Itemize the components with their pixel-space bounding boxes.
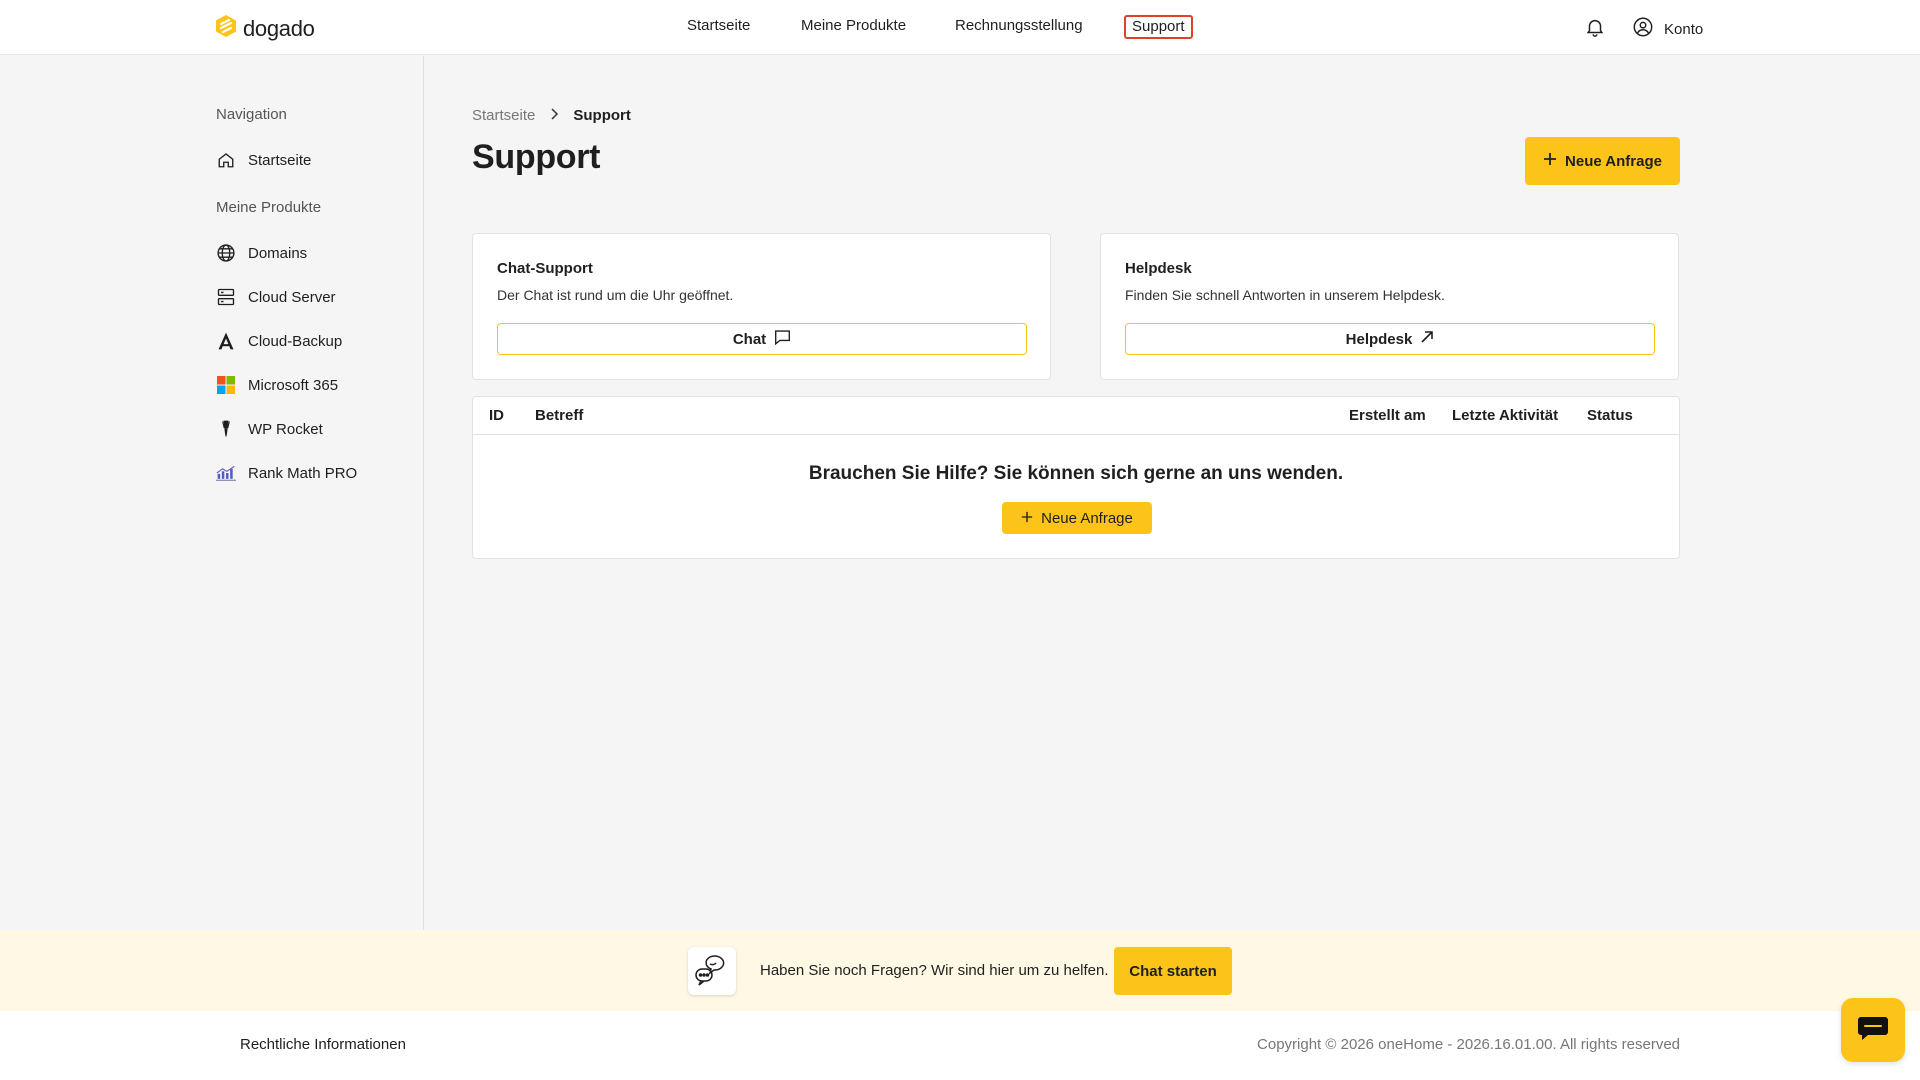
sidebar-item-label: Cloud-Backup bbox=[248, 332, 343, 350]
topnav-rechnungsstellung[interactable]: Rechnungsstellung bbox=[955, 16, 1083, 36]
sidebar-item-startseite[interactable]: Startseite bbox=[216, 150, 311, 170]
plus-icon bbox=[1543, 152, 1557, 170]
sidebar-item-cloud-server[interactable]: Cloud Server bbox=[216, 287, 336, 307]
footer: Rechtliche Informationen Copyright © 202… bbox=[0, 1011, 1920, 1080]
top-bar: dogado Startseite Meine Produkte Rechnun… bbox=[0, 0, 1920, 55]
page-title: Support bbox=[472, 138, 601, 176]
chat-button[interactable]: Chat bbox=[497, 323, 1027, 355]
chat-start-button[interactable]: Chat starten bbox=[1114, 947, 1232, 995]
breadcrumb: Startseite Support bbox=[472, 107, 631, 124]
sidebar-item-cloud-backup[interactable]: Cloud-Backup bbox=[216, 331, 342, 351]
user-circle-icon bbox=[1632, 16, 1654, 42]
column-erstellt-am[interactable]: Erstellt am bbox=[1349, 407, 1426, 424]
help-banner-text: Haben Sie noch Fragen? Wir sind hier um … bbox=[760, 962, 1109, 979]
sidebar-heading-navigation: Navigation bbox=[216, 106, 287, 123]
sidebar-item-label: Domains bbox=[248, 244, 308, 262]
tickets-table: ID Betreff Erstellt am Letzte Aktivität … bbox=[472, 396, 1680, 559]
sidebar-item-label: Rank Math PRO bbox=[248, 464, 358, 482]
logo[interactable]: dogado bbox=[215, 14, 315, 43]
column-letzte-aktivitaet[interactable]: Letzte Aktivität bbox=[1452, 407, 1558, 424]
column-betreff[interactable]: Betreff bbox=[535, 407, 583, 424]
rank-math-icon bbox=[216, 463, 236, 483]
message-icon bbox=[774, 329, 791, 349]
helpdesk-card: Helpdesk Finden Sie schnell Antworten in… bbox=[1100, 233, 1679, 380]
account-menu[interactable]: Konto bbox=[1632, 16, 1703, 42]
sidebar: Navigation Startseite Meine Produkte Dom… bbox=[0, 56, 424, 930]
chat-bubble-icon bbox=[1857, 1015, 1889, 1046]
external-link-icon bbox=[1420, 330, 1434, 348]
empty-state-message: Brauchen Sie Hilfe? Sie können sich gern… bbox=[808, 463, 1344, 484]
table-header: ID Betreff Erstellt am Letzte Aktivität … bbox=[473, 397, 1679, 435]
column-status[interactable]: Status bbox=[1587, 407, 1633, 424]
chat-support-card: Chat-Support Der Chat ist rund um die Uh… bbox=[472, 233, 1051, 380]
sidebar-item-domains[interactable]: Domains bbox=[216, 243, 307, 263]
sidebar-heading-meine-produkte: Meine Produkte bbox=[216, 199, 322, 216]
column-id[interactable]: ID bbox=[489, 407, 504, 424]
home-icon bbox=[216, 150, 236, 170]
sidebar-item-wp-rocket[interactable]: WP Rocket bbox=[216, 419, 323, 439]
chat-bubbles-icon bbox=[688, 947, 736, 995]
chevron-right-icon bbox=[549, 107, 559, 124]
acronis-icon bbox=[216, 331, 236, 351]
account-label: Konto bbox=[1664, 20, 1704, 38]
empty-new-request-label: Neue Anfrage bbox=[1041, 509, 1133, 527]
helpdesk-desc: Finden Sie schnell Antworten in unserem … bbox=[1125, 287, 1445, 303]
empty-new-request-button[interactable]: Neue Anfrage bbox=[1002, 502, 1152, 534]
new-request-label: Neue Anfrage bbox=[1565, 152, 1662, 170]
topnav-support[interactable]: Support bbox=[1124, 15, 1193, 39]
copyright-text: Copyright © 2026 oneHome - 2026.16.01.00… bbox=[1257, 1036, 1680, 1053]
microsoft-icon bbox=[216, 375, 236, 395]
chat-support-desc: Der Chat ist rund um die Uhr geöffnet. bbox=[497, 287, 734, 303]
breadcrumb-support: Support bbox=[573, 107, 631, 124]
plus-icon bbox=[1021, 510, 1033, 527]
chat-button-label: Chat bbox=[732, 330, 767, 348]
rocket-icon bbox=[216, 419, 236, 439]
sidebar-item-label: Microsoft 365 bbox=[248, 376, 339, 394]
sidebar-item-microsoft-365[interactable]: Microsoft 365 bbox=[216, 375, 338, 395]
new-request-button[interactable]: Neue Anfrage bbox=[1525, 137, 1680, 185]
sidebar-item-label: Cloud Server bbox=[248, 288, 336, 306]
topnav-startseite[interactable]: Startseite bbox=[687, 16, 750, 36]
legal-info-link[interactable]: Rechtliche Informationen bbox=[240, 1036, 406, 1053]
chat-support-title: Chat-Support bbox=[497, 260, 593, 277]
sidebar-item-label: WP Rocket bbox=[248, 420, 323, 438]
topnav-meine-produkte[interactable]: Meine Produkte bbox=[801, 16, 906, 36]
help-banner: Haben Sie noch Fragen? Wir sind hier um … bbox=[0, 930, 1920, 1011]
bell-icon[interactable] bbox=[1584, 16, 1606, 43]
breadcrumb-startseite[interactable]: Startseite bbox=[472, 107, 535, 124]
server-icon bbox=[216, 287, 236, 307]
sidebar-item-label: Startseite bbox=[248, 151, 312, 169]
sidebar-item-rank-math-pro[interactable]: Rank Math PRO bbox=[216, 463, 357, 483]
helpdesk-title: Helpdesk bbox=[1125, 260, 1192, 277]
globe-icon bbox=[216, 243, 236, 263]
dogado-logo-icon bbox=[215, 14, 237, 43]
helpdesk-button-label: Helpdesk bbox=[1345, 330, 1413, 348]
chat-widget-button[interactable] bbox=[1841, 998, 1905, 1062]
logo-text: dogado bbox=[243, 15, 315, 41]
helpdesk-button[interactable]: Helpdesk bbox=[1125, 323, 1655, 355]
